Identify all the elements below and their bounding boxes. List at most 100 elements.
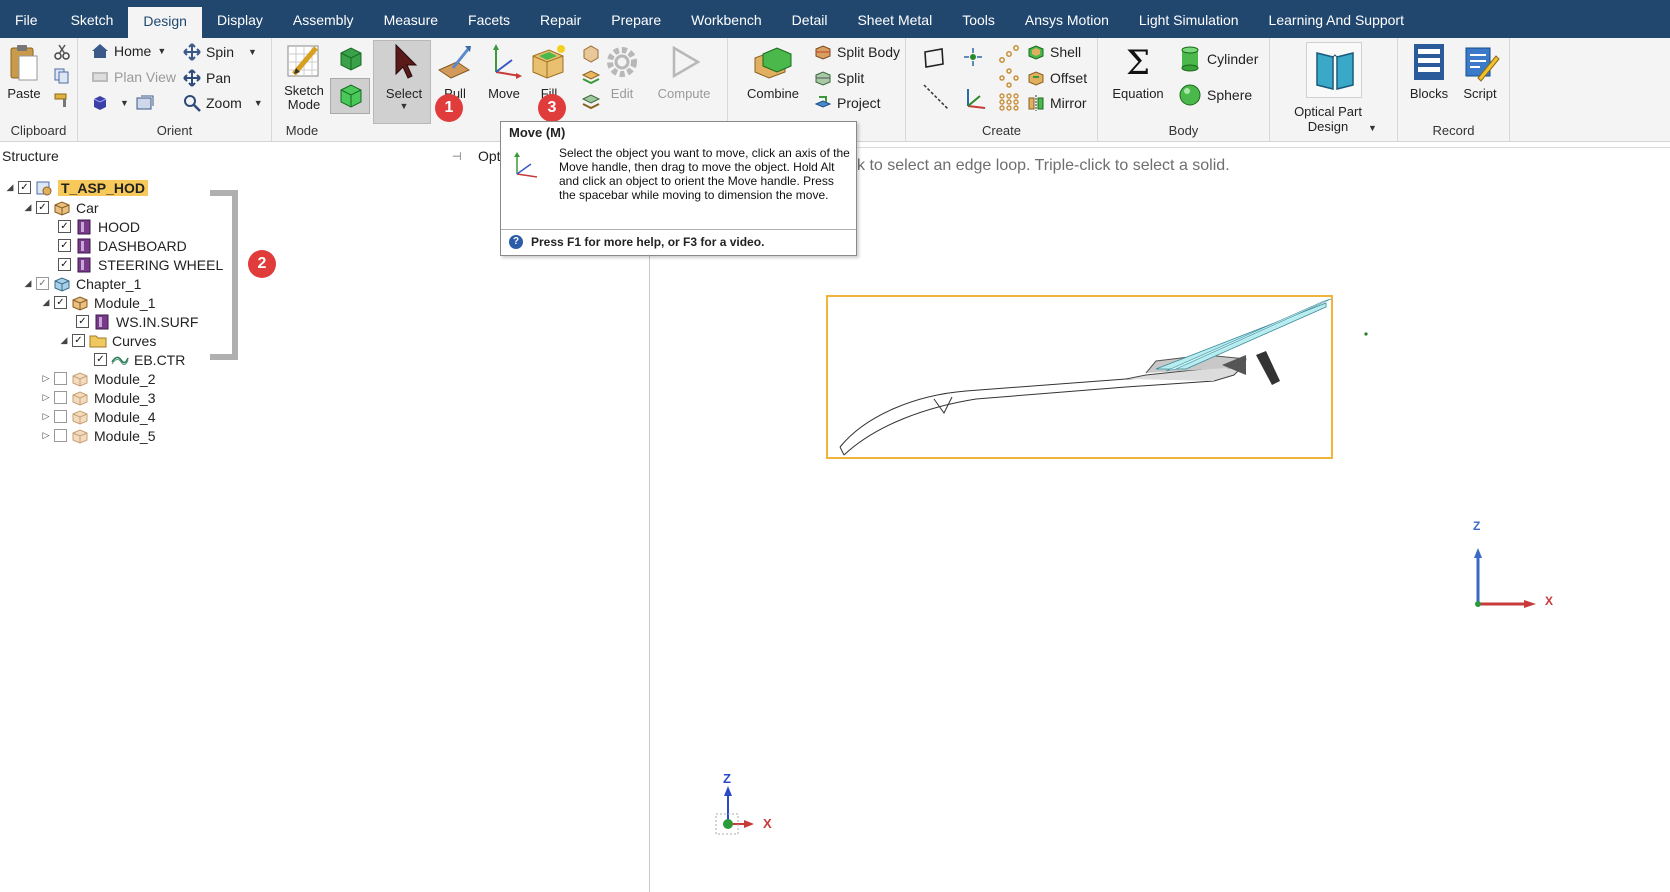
- stack-icon[interactable]: [581, 92, 601, 112]
- collapse-icon[interactable]: ◢: [22, 278, 34, 289]
- collapse-icon[interactable]: ◢: [58, 335, 70, 346]
- visibility-checkbox[interactable]: [54, 410, 67, 423]
- tree-label: EB.CTR: [134, 351, 186, 368]
- visibility-checkbox[interactable]: [54, 429, 67, 442]
- split-body-button[interactable]: Split Body: [814, 43, 900, 61]
- mirror-button[interactable]: Mirror: [1027, 94, 1087, 112]
- tab-repair[interactable]: Repair: [525, 0, 596, 38]
- copy-icon[interactable]: [54, 68, 70, 84]
- tree-item-module-2[interactable]: ▷ Module_2: [40, 369, 156, 388]
- sphere-button[interactable]: Sphere: [1178, 82, 1252, 108]
- tab-detail[interactable]: Detail: [777, 0, 843, 38]
- paste-button[interactable]: Paste: [4, 42, 44, 101]
- expand-icon[interactable]: ▷: [40, 373, 52, 384]
- pan-button[interactable]: Pan: [183, 69, 231, 87]
- pull-button[interactable]: Pull: [430, 42, 480, 101]
- spin-button[interactable]: Spin ▼: [183, 43, 257, 61]
- tree-item-module-5[interactable]: ▷ Module_5: [40, 426, 156, 445]
- collapse-icon[interactable]: ◢: [22, 202, 34, 213]
- project-button[interactable]: Project: [814, 94, 881, 112]
- section-mode-icon[interactable]: [336, 44, 366, 74]
- tab-display[interactable]: Display: [202, 0, 278, 38]
- visibility-checkbox[interactable]: ✓: [76, 315, 89, 328]
- tree-item-curves[interactable]: ◢ ✓ Curves: [58, 331, 157, 350]
- split-button[interactable]: Split: [814, 69, 864, 87]
- tab-measure[interactable]: Measure: [369, 0, 453, 38]
- visibility-checkbox[interactable]: ✓: [58, 258, 71, 271]
- grid-pattern-icon[interactable]: [998, 92, 1020, 112]
- tab-sheet-metal[interactable]: Sheet Metal: [842, 0, 947, 38]
- sketch-mode-button[interactable]: Sketch Mode: [280, 42, 328, 112]
- panel-splitter[interactable]: [649, 148, 650, 892]
- offset-button[interactable]: Offset: [1027, 69, 1087, 87]
- edit-button[interactable]: Edit: [600, 42, 644, 101]
- format-painter-icon[interactable]: [54, 92, 72, 108]
- cut-icon[interactable]: [54, 44, 70, 60]
- linear-pattern-icon[interactable]: [998, 44, 1020, 64]
- visibility-checkbox[interactable]: ✓: [18, 181, 31, 194]
- tab-design[interactable]: Design: [128, 7, 202, 38]
- equation-button[interactable]: Σ Equation: [1106, 42, 1170, 101]
- tree-item-module-1[interactable]: ◢ ✓ Module_1: [40, 293, 156, 312]
- tree-item-root[interactable]: ◢ ✓ T_ASP_HOD: [4, 178, 149, 197]
- layers-icon[interactable]: [581, 68, 601, 88]
- tree-item-module-3[interactable]: ▷ Module_3: [40, 388, 156, 407]
- collapse-icon[interactable]: ◢: [4, 182, 16, 193]
- blend-icon[interactable]: [581, 44, 601, 64]
- tab-prepare[interactable]: Prepare: [596, 0, 676, 38]
- tab-facets[interactable]: Facets: [453, 0, 525, 38]
- tab-ansys-motion[interactable]: Ansys Motion: [1010, 0, 1124, 38]
- blocks-button[interactable]: Blocks: [1404, 42, 1454, 101]
- tree-item-car[interactable]: ◢ ✓ Car: [22, 198, 99, 217]
- visibility-checkbox[interactable]: ✓: [36, 277, 49, 290]
- tree-item-steering-wheel[interactable]: ✓ STEERING WHEEL: [56, 255, 223, 274]
- plane-icon[interactable]: [922, 46, 946, 70]
- plan-view-button[interactable]: Plan View: [91, 69, 176, 85]
- visibility-checkbox[interactable]: ✓: [58, 220, 71, 233]
- tab-workbench[interactable]: Workbench: [676, 0, 777, 38]
- combine-button[interactable]: Combine: [742, 42, 804, 101]
- zoom-button[interactable]: Zoom ▼: [183, 94, 263, 112]
- point-icon[interactable]: [962, 46, 984, 68]
- tree-item-dashboard[interactable]: ✓ DASHBOARD: [56, 236, 187, 255]
- visibility-checkbox[interactable]: [54, 391, 67, 404]
- visibility-checkbox[interactable]: ✓: [94, 353, 107, 366]
- fill-button[interactable]: Fill: [527, 42, 571, 101]
- shell-button[interactable]: Shell: [1027, 43, 1081, 61]
- home-button[interactable]: Home ▼: [91, 43, 166, 59]
- cylinder-button[interactable]: Cylinder: [1178, 46, 1258, 72]
- origin-icon[interactable]: [962, 86, 988, 112]
- script-button[interactable]: Script: [1456, 42, 1504, 101]
- pin-icon[interactable]: ⊣: [452, 150, 462, 163]
- tree-item-ws-in-surf[interactable]: ✓ WS.IN.SURF: [74, 312, 198, 331]
- visibility-checkbox[interactable]: ✓: [54, 296, 67, 309]
- tab-learning-and-support[interactable]: Learning And Support: [1254, 0, 1419, 38]
- orient-snap-icon[interactable]: [135, 94, 155, 112]
- tab-assembly[interactable]: Assembly: [278, 0, 369, 38]
- compute-button[interactable]: Compute: [651, 42, 717, 101]
- tree-item-module-4[interactable]: ▷ Module_4: [40, 407, 156, 426]
- 3d-mode-button[interactable]: [330, 78, 370, 114]
- expand-icon[interactable]: ▷: [40, 392, 52, 403]
- circular-pattern-icon[interactable]: [998, 68, 1020, 88]
- select-button[interactable]: Select ▼: [377, 42, 431, 111]
- tab-file[interactable]: File: [0, 0, 56, 38]
- tree-item-chapter-1[interactable]: ◢ ✓ Chapter_1: [22, 274, 142, 293]
- visibility-checkbox[interactable]: ✓: [36, 201, 49, 214]
- expand-icon[interactable]: ▷: [40, 411, 52, 422]
- view-cube-button[interactable]: ▼: [91, 94, 129, 112]
- visibility-checkbox[interactable]: ✓: [58, 239, 71, 252]
- optical-part-design-button[interactable]: [1306, 42, 1362, 98]
- visibility-checkbox[interactable]: ✓: [72, 334, 85, 347]
- tab-sketch[interactable]: Sketch: [56, 0, 129, 38]
- tree-item-eb-ctr[interactable]: ✓ EB.CTR: [92, 350, 185, 369]
- model-geometry[interactable]: [826, 295, 1386, 459]
- tab-tools[interactable]: Tools: [947, 0, 1010, 38]
- visibility-checkbox[interactable]: [54, 372, 67, 385]
- tree-item-hood[interactable]: ✓ HOOD: [56, 217, 140, 236]
- collapse-icon[interactable]: ◢: [40, 297, 52, 308]
- line-icon[interactable]: [922, 83, 950, 111]
- move-button[interactable]: Move: [480, 42, 528, 101]
- expand-icon[interactable]: ▷: [40, 430, 52, 441]
- tab-light-simulation[interactable]: Light Simulation: [1124, 0, 1254, 38]
